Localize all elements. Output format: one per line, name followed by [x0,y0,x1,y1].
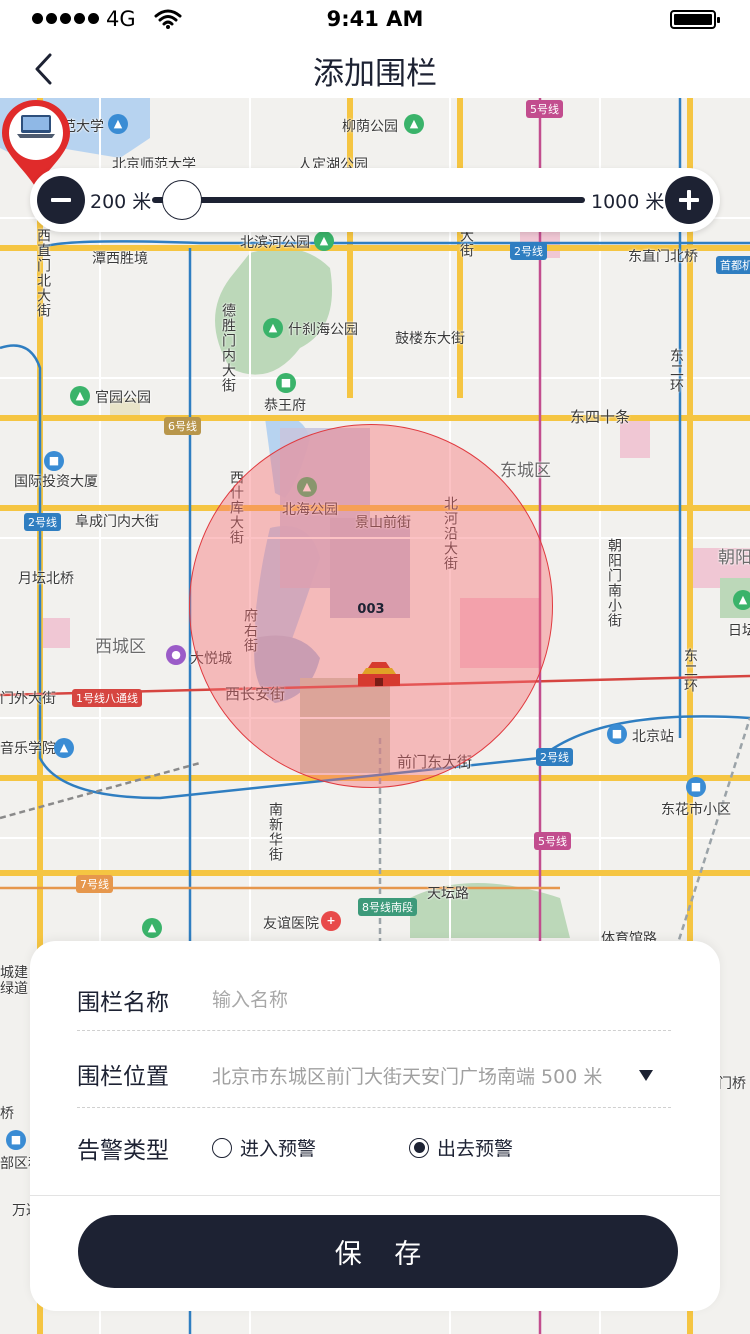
battery-icon [670,10,720,29]
fence-form-card: 围栏名称 围栏位置 北京市东城区前门大街天安门广场南端 500 米 告警类型 进… [30,941,720,1311]
map-label: 绿道 [0,981,28,997]
map-label: 南新华街 [267,802,283,862]
building-icon: ■ [44,451,64,471]
park-icon: ▲ [142,918,162,938]
fence-location-label: 围栏位置 [77,1064,169,1090]
map-label: 东二环 [668,348,684,393]
map-label: 东花市小区 [661,802,731,818]
map-label: 柳荫公园 [342,119,398,135]
radio-exit-alarm[interactable]: 出去预警 [409,1134,513,1161]
train-station-icon: ■ [607,724,627,744]
map-label: 门外大街 [0,691,56,707]
map-label: 音乐学院 [0,741,56,757]
min-radius-label: 200 米 [90,191,152,213]
radio-unchecked-icon [212,1137,232,1158]
building-icon: ■ [6,1130,26,1150]
divider [30,1195,720,1196]
save-button[interactable]: 保 存 [78,1215,678,1288]
map-label: 西直门北大街 [35,228,51,318]
hospital-icon: + [321,911,341,931]
map-label: 首都机 [716,256,750,274]
map-label: 东二环 [682,648,698,693]
alarm-type-row: 告警类型 进入预警 出去预警 [77,1129,671,1169]
map-label: 朝阳门南小街 [606,538,622,628]
map-label: 鼓楼东大街 [395,331,465,347]
fence-name-input[interactable] [212,983,652,1017]
school-icon: ▲ [108,114,128,134]
subway-line-badge: 5号线 [534,832,571,850]
radio-enter-label: 进入预警 [240,1138,317,1160]
school-icon: ▲ [54,738,74,758]
landmark-icon: ■ [276,373,296,393]
fence-name-row: 围栏名称 [77,981,671,1031]
alarm-type-label: 告警类型 [77,1138,169,1164]
map-label: 北京站 [632,729,674,745]
radius-slider-thumb[interactable] [162,180,202,220]
map-label: 阜成门内大街 [75,514,159,530]
map-label: 桥 [0,1106,14,1122]
radius-slider-panel: 200 米 1000 米 [30,168,720,232]
map-label: 朝阳 [718,548,750,568]
park-icon: ▲ [263,318,283,338]
minus-icon [51,198,71,202]
subway-line-badge: 1号线八通线 [72,689,142,707]
subway-line-badge: 7号线 [76,875,113,893]
subway-line-badge: 2号线 [24,513,61,531]
map-label: 东四十条 [570,408,631,426]
map-label: 东城区 [500,461,551,481]
map-label: 天坛路 [427,886,469,902]
park-icon: ▲ [733,590,750,610]
subway-line-badge: 8号线南段 [358,898,417,916]
nav-bar: 添加围栏 [0,40,750,98]
map-label: 德胜门内大街 [220,303,236,393]
map-label: 国际投资大厦 [14,474,98,490]
map-label: 北滨河公园 [240,235,310,251]
park-icon: ▲ [314,231,334,251]
page-title: 添加围栏 [313,56,437,92]
tiananmen-icon [358,662,400,686]
fence-name-label: 围栏名称 [77,990,169,1016]
device-id-label: 003 [357,602,385,617]
map-label: 恭王府 [264,398,306,414]
map-label: 友谊医院 [263,916,319,932]
map-label: 门桥 [718,1076,746,1092]
status-time: 9:41 AM [326,7,424,31]
building-icon: ■ [686,777,706,797]
decrease-radius-button[interactable] [37,176,85,224]
max-radius-label: 1000 米 [591,191,665,213]
park-icon: ▲ [70,386,90,406]
map-label: 大街 [458,228,474,258]
plus-icon [679,190,699,210]
subway-line-badge: 6号线 [164,417,201,435]
subway-line-badge: 5号线 [526,100,563,118]
map-label: 日坛 [728,623,750,639]
increase-radius-button[interactable] [665,176,713,224]
park-icon: ▲ [404,114,424,134]
map-label: 月坛北桥 [18,571,74,587]
fence-location-row[interactable]: 围栏位置 北京市东城区前门大街天安门广场南端 500 米 [77,1055,671,1108]
map-label: 什刹海公园 [288,322,358,338]
map-label: 潭西胜境 [92,251,148,267]
map-label: 官园公园 [95,390,151,406]
dropdown-arrow-icon[interactable] [636,1067,656,1083]
shopping-icon: ● [166,645,186,665]
radio-exit-label: 出去预警 [437,1138,514,1160]
radio-checked-icon [409,1137,429,1158]
radio-enter-alarm[interactable]: 进入预警 [212,1134,316,1161]
fence-location-value[interactable]: 北京市东城区前门大街天安门广场南端 500 米 [212,1062,602,1089]
status-bar: 4G 9:41 AM [0,0,750,40]
subway-line-badge: 2号线 [510,242,547,260]
map-label: 西城区 [95,637,146,657]
radius-slider-track[interactable] [152,197,585,203]
map-label: 东直门北桥 [628,249,698,265]
subway-line-badge: 2号线 [536,748,573,766]
